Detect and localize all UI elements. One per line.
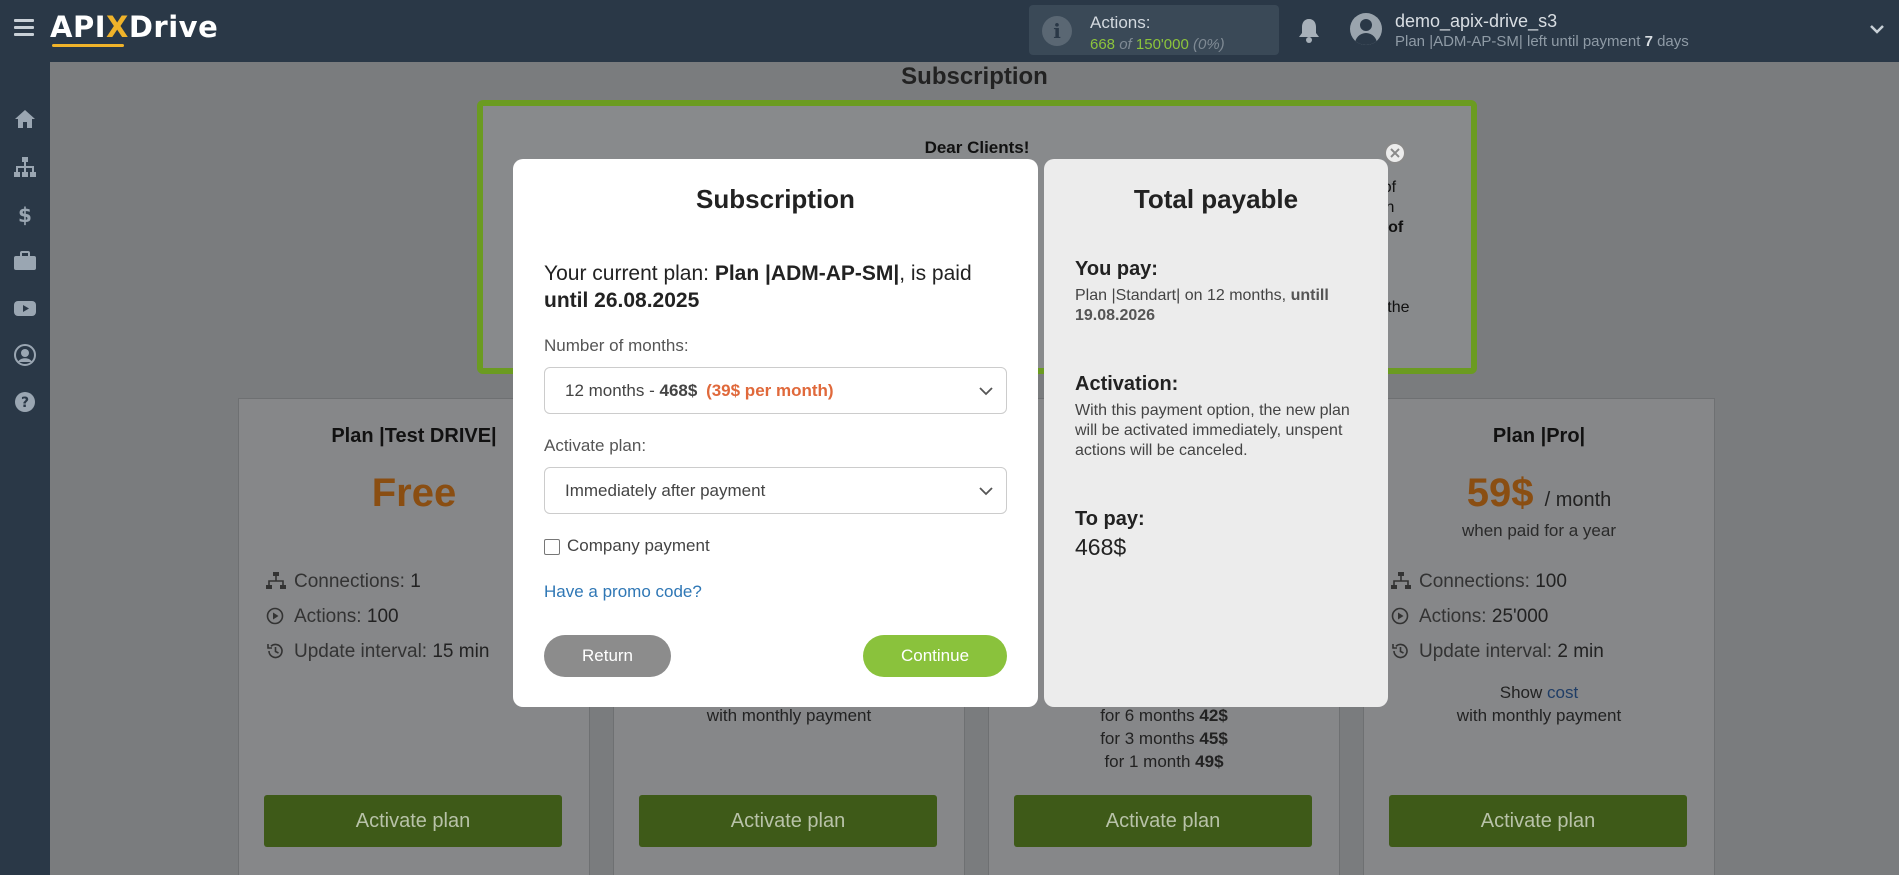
months-select[interactable]: 12 months - 468$ (39$ per month) — [544, 367, 1007, 414]
plan-price-row: for 6 months 42$ — [1100, 706, 1228, 725]
plan-status: Plan |ADM-AP-SM| left until payment 7 da… — [1395, 33, 1689, 50]
total-payable-panel: Total payable You pay: Plan |Standart| o… — [1044, 159, 1388, 707]
username[interactable]: demo_apix-drive_s3 — [1395, 11, 1557, 32]
you-pay-heading: You pay: — [1075, 258, 1158, 280]
plan-status-suffix: days — [1657, 33, 1689, 50]
chevron-down-icon — [979, 387, 993, 396]
logo-underline — [52, 44, 124, 47]
feature-label: Actions: — [294, 606, 362, 627]
activation-text: With this payment option, the new plan w… — [1075, 402, 1350, 459]
svg-text:$: $ — [18, 203, 32, 227]
play-circle-icon — [266, 607, 284, 625]
home-icon[interactable] — [12, 106, 38, 132]
chevron-down-icon — [979, 487, 993, 496]
plan-feature-connections: Connections: 100 — [1391, 571, 1567, 593]
actions-label: Actions: — [1090, 13, 1151, 32]
activate-plan-label: Activate plan: — [544, 436, 647, 455]
sitemap-icon[interactable] — [12, 154, 38, 180]
menu-icon[interactable] — [14, 19, 34, 37]
feature-label: Update interval: — [1419, 641, 1553, 662]
feature-value: 2 min — [1557, 641, 1604, 662]
plan-status-days: 7 — [1644, 33, 1653, 50]
plan-feature-connections: Connections: 1 — [266, 571, 421, 593]
actions-used: 668 — [1090, 36, 1116, 53]
plan-name: Plan |Pro| — [1492, 425, 1586, 447]
plan-price-note: when paid for a year — [1461, 521, 1617, 540]
svg-text:?: ? — [21, 395, 29, 411]
chevron-down-icon[interactable] — [1868, 20, 1886, 38]
subscription-modal: Subscription Your current plan: Plan |AD… — [513, 159, 1038, 707]
feature-label: Connections: — [1419, 571, 1530, 592]
plan-payment-note: with monthly payment — [706, 706, 872, 725]
activate-plan-button[interactable]: Activate plan — [264, 795, 562, 847]
sidebar: $ ? — [0, 62, 50, 875]
top-bar: APIXDrive i Actions: 668 of 150'000 (0%)… — [0, 0, 1899, 62]
plan-price-row: for 1 month 49$ — [1104, 752, 1224, 771]
actions-percent: (0%) — [1192, 36, 1225, 53]
activate-plan-select[interactable]: Immediately after payment — [544, 467, 1007, 514]
logo[interactable]: APIXDrive — [50, 10, 218, 48]
current-plan-text: Your current plan: Plan |ADM-AP-SM|, is … — [544, 262, 972, 312]
continue-button[interactable]: Continue — [863, 635, 1007, 677]
logo-x: X — [106, 10, 129, 44]
feature-label: Update interval: — [294, 641, 428, 662]
plan-payment-note: with monthly payment — [1456, 706, 1622, 725]
close-icon[interactable] — [1383, 141, 1407, 165]
plan-feature-interval: Update interval: 2 min — [1391, 641, 1604, 663]
history-icon — [1392, 643, 1408, 659]
play-circle-icon — [1391, 607, 1409, 625]
plan-price: 59$ / month — [1466, 471, 1612, 515]
modal-title: Subscription — [696, 184, 855, 214]
plan-feature-actions: Actions: 25'000 — [1391, 606, 1548, 628]
activation-heading: Activation: — [1075, 373, 1179, 395]
logo-drive: Drive — [128, 10, 219, 44]
youtube-icon[interactable] — [12, 295, 38, 321]
plan-card-pro: Plan |Pro| 59$ / month when paid for a y… — [1363, 398, 1715, 875]
feature-value: 100 — [1535, 571, 1567, 592]
sitemap-icon — [266, 572, 286, 589]
plan-price-row: for 3 months 45$ — [1100, 729, 1228, 748]
return-button[interactable]: Return — [544, 635, 671, 677]
bell-icon[interactable] — [1298, 17, 1320, 43]
page-title: Subscription — [901, 63, 1048, 90]
feature-label: Connections: — [294, 571, 405, 592]
actions-of: of — [1119, 36, 1132, 53]
actions-total: 150'000 — [1135, 36, 1189, 53]
dollar-icon[interactable]: $ — [12, 201, 38, 227]
info-icon: i — [1042, 16, 1072, 46]
activate-plan-button[interactable]: Activate plan — [1014, 795, 1312, 847]
to-pay-heading: To pay: — [1075, 508, 1145, 530]
months-label: Number of months: — [544, 336, 689, 355]
help-icon[interactable]: ? — [12, 389, 38, 415]
promo-code-link[interactable]: Have a promo code? — [544, 582, 702, 602]
show-cost-line: Show cost — [1499, 683, 1579, 702]
company-payment-label[interactable]: Company payment — [567, 536, 710, 556]
feature-value: 15 min — [432, 641, 490, 662]
logo-api: API — [50, 10, 106, 44]
avatar[interactable] — [1350, 13, 1382, 45]
history-icon — [267, 643, 283, 659]
feature-value: 25'000 — [1491, 606, 1549, 627]
briefcase-icon[interactable] — [12, 248, 38, 274]
actions-value: 668 of 150'000 (0%) — [1090, 36, 1225, 53]
plan-feature-interval: Update interval: 15 min — [266, 641, 489, 663]
you-pay-text: Plan |Standart| on 12 months, untill 19.… — [1075, 287, 1329, 324]
sitemap-icon — [1391, 572, 1411, 589]
total-title: Total payable — [1133, 184, 1299, 214]
user-icon[interactable] — [12, 342, 38, 368]
plan-status-prefix: Plan |ADM-AP-SM| left until payment — [1395, 33, 1641, 50]
feature-label: Actions: — [1419, 606, 1487, 627]
feature-value: 1 — [410, 571, 421, 592]
notice-heading: Dear Clients! — [924, 138, 1030, 157]
company-payment-checkbox[interactable] — [544, 539, 560, 555]
feature-value: 100 — [366, 606, 399, 627]
actions-counter[interactable]: i Actions: 668 of 150'000 (0%) — [1029, 5, 1279, 55]
show-cost-link[interactable]: cost — [1547, 683, 1578, 702]
activate-plan-button[interactable]: Activate plan — [639, 795, 937, 847]
activate-plan-button[interactable]: Activate plan — [1389, 795, 1687, 847]
to-pay-amount: 468$ — [1075, 534, 1127, 560]
plan-feature-actions: Actions: 100 — [266, 606, 399, 628]
